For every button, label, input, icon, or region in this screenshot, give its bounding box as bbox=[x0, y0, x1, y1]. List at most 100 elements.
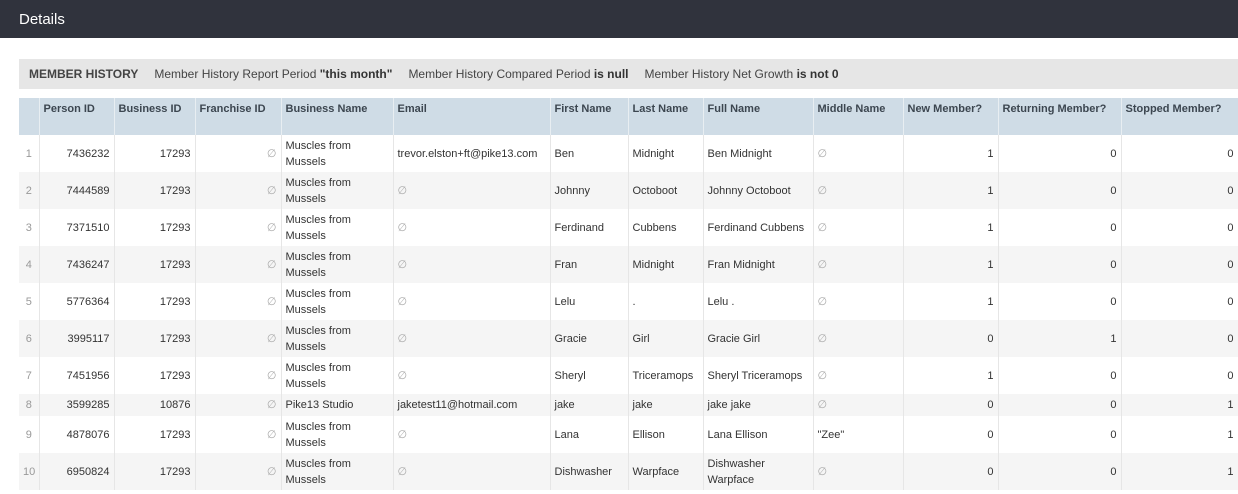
filter-label: Member History Compared Period bbox=[408, 67, 594, 81]
filter-net-growth[interactable]: Member History Net Growth is not 0 bbox=[645, 67, 839, 81]
cell-index: 2 bbox=[19, 172, 40, 209]
cell-last-name: Girl bbox=[628, 320, 704, 357]
details-table: Person ID Business ID Franchise ID Busin… bbox=[19, 98, 1238, 490]
cell-business-id: 17293 bbox=[114, 135, 196, 172]
cell-full-name: Lana Ellison bbox=[703, 416, 814, 453]
cell-stopped-member: 0 bbox=[1121, 357, 1238, 394]
cell-middle-name: "Zee" bbox=[813, 416, 904, 453]
cell-returning-member: 1 bbox=[998, 320, 1122, 357]
cell-stopped-member: 1 bbox=[1121, 453, 1238, 490]
cell-index: 7 bbox=[19, 357, 40, 394]
cell-last-name: . bbox=[628, 283, 704, 320]
cell-first-name: Lelu bbox=[550, 283, 629, 320]
column-header-returning-member[interactable]: Returning Member? bbox=[998, 98, 1122, 135]
cell-new-member: 1 bbox=[903, 246, 999, 283]
cell-stopped-member: 0 bbox=[1121, 172, 1238, 209]
table-row[interactable]: 1 7436232 17293 ∅ Muscles from Mussels trevor… bbox=[19, 135, 1238, 172]
column-header-index[interactable] bbox=[19, 98, 40, 135]
table-body: 1 7436232 17293 ∅ Muscles from Mussels trevor… bbox=[19, 135, 1238, 490]
cell-business-id: 17293 bbox=[114, 320, 196, 357]
null-icon: ∅ bbox=[813, 283, 904, 320]
column-header-stopped-member[interactable]: Stopped Member? bbox=[1121, 98, 1238, 135]
cell-last-name: Warpface bbox=[628, 453, 704, 490]
table-row[interactable]: 10 6950824 17293 ∅ Muscles from Mussels ∅ Dish… bbox=[19, 453, 1238, 490]
cell-stopped-member: 0 bbox=[1121, 135, 1238, 172]
cell-email: trevor.elston+ft@pike13.com bbox=[393, 135, 551, 172]
null-icon: ∅ bbox=[393, 283, 551, 320]
cell-index: 3 bbox=[19, 209, 40, 246]
column-header-full-name[interactable]: Full Name bbox=[703, 98, 814, 135]
column-header-business-name[interactable]: Business Name bbox=[281, 98, 394, 135]
cell-new-member: 1 bbox=[903, 172, 999, 209]
column-header-business-id[interactable]: Business ID bbox=[114, 98, 196, 135]
table-row[interactable]: 9 4878076 17293 ∅ Muscles from Mussels ∅ Lana E… bbox=[19, 416, 1238, 453]
column-header-middle-name[interactable]: Middle Name bbox=[813, 98, 904, 135]
null-icon: ∅ bbox=[813, 246, 904, 283]
column-header-person-id[interactable]: Person ID bbox=[39, 98, 115, 135]
cell-business-id: 17293 bbox=[114, 416, 196, 453]
cell-business-name: Muscles from Mussels bbox=[281, 416, 394, 453]
cell-index: 4 bbox=[19, 246, 40, 283]
cell-business-name: Muscles from Mussels bbox=[281, 320, 394, 357]
cell-last-name: Midnight bbox=[628, 246, 704, 283]
filter-bar-title: MEMBER HISTORY bbox=[29, 67, 139, 81]
column-header-franchise-id[interactable]: Franchise ID bbox=[195, 98, 282, 135]
null-icon: ∅ bbox=[393, 320, 551, 357]
null-icon: ∅ bbox=[195, 320, 282, 357]
cell-returning-member: 0 bbox=[998, 209, 1122, 246]
filter-report-period[interactable]: Member History Report Period "this month… bbox=[154, 67, 392, 81]
null-icon: ∅ bbox=[813, 453, 904, 490]
null-icon: ∅ bbox=[813, 394, 904, 416]
table-row[interactable]: 3 7371510 17293 ∅ Muscles from Mussels ∅ Ferdi… bbox=[19, 209, 1238, 246]
cell-business-id: 17293 bbox=[114, 172, 196, 209]
null-icon: ∅ bbox=[195, 209, 282, 246]
null-icon: ∅ bbox=[813, 357, 904, 394]
null-icon: ∅ bbox=[813, 320, 904, 357]
cell-first-name: Fran bbox=[550, 246, 629, 283]
cell-person-id: 7444589 bbox=[39, 172, 115, 209]
null-icon: ∅ bbox=[393, 246, 551, 283]
null-icon: ∅ bbox=[195, 172, 282, 209]
column-header-email[interactable]: Email bbox=[393, 98, 551, 135]
cell-business-id: 17293 bbox=[114, 246, 196, 283]
cell-new-member: 1 bbox=[903, 283, 999, 320]
cell-person-id: 3599285 bbox=[39, 394, 115, 416]
cell-business-name: Pike13 Studio bbox=[281, 394, 394, 416]
table-row[interactable]: 6 3995117 17293 ∅ Muscles from Mussels ∅ Graci… bbox=[19, 320, 1238, 357]
table-row[interactable]: 4 7436247 17293 ∅ Muscles from Mussels ∅ Fran M… bbox=[19, 246, 1238, 283]
column-header-first-name[interactable]: First Name bbox=[550, 98, 629, 135]
table-row[interactable]: 2 7444589 17293 ∅ Muscles from Mussels ∅ Johnn… bbox=[19, 172, 1238, 209]
details-title: Details bbox=[19, 10, 65, 28]
cell-stopped-member: 0 bbox=[1121, 320, 1238, 357]
cell-stopped-member: 1 bbox=[1121, 416, 1238, 453]
null-icon: ∅ bbox=[195, 283, 282, 320]
cell-returning-member: 0 bbox=[998, 135, 1122, 172]
cell-full-name: Sheryl Triceramops bbox=[703, 357, 814, 394]
filter-compared-period[interactable]: Member History Compared Period is null bbox=[408, 67, 628, 81]
cell-stopped-member: 0 bbox=[1121, 283, 1238, 320]
cell-business-id: 17293 bbox=[114, 283, 196, 320]
null-icon: ∅ bbox=[195, 394, 282, 416]
cell-returning-member: 0 bbox=[998, 283, 1122, 320]
cell-index: 10 bbox=[19, 453, 40, 490]
table-header-row: Person ID Business ID Franchise ID Busin… bbox=[19, 98, 1238, 135]
table-row[interactable]: 8 3599285 10876 ∅ Pike13 Studio jaketest11@ho… bbox=[19, 394, 1238, 416]
null-icon: ∅ bbox=[393, 172, 551, 209]
filter-value: is not 0 bbox=[796, 67, 839, 81]
cell-index: 1 bbox=[19, 135, 40, 172]
cell-returning-member: 0 bbox=[998, 357, 1122, 394]
null-icon: ∅ bbox=[393, 416, 551, 453]
null-icon: ∅ bbox=[393, 357, 551, 394]
table-row[interactable]: 7 7451956 17293 ∅ Muscles from Mussels ∅ Shery… bbox=[19, 357, 1238, 394]
cell-business-id: 10876 bbox=[114, 394, 196, 416]
cell-first-name: Sheryl bbox=[550, 357, 629, 394]
filter-label: Member History Report Period bbox=[154, 67, 320, 81]
column-header-last-name[interactable]: Last Name bbox=[628, 98, 704, 135]
cell-stopped-member: 0 bbox=[1121, 209, 1238, 246]
cell-business-name: Muscles from Mussels bbox=[281, 209, 394, 246]
table-row[interactable]: 5 5776364 17293 ∅ Muscles from Mussels ∅ Lelu.… bbox=[19, 283, 1238, 320]
cell-last-name: Octoboot bbox=[628, 172, 704, 209]
cell-person-id: 3995117 bbox=[39, 320, 115, 357]
column-header-new-member[interactable]: New Member? bbox=[903, 98, 999, 135]
details-header: Details bbox=[0, 0, 1238, 38]
